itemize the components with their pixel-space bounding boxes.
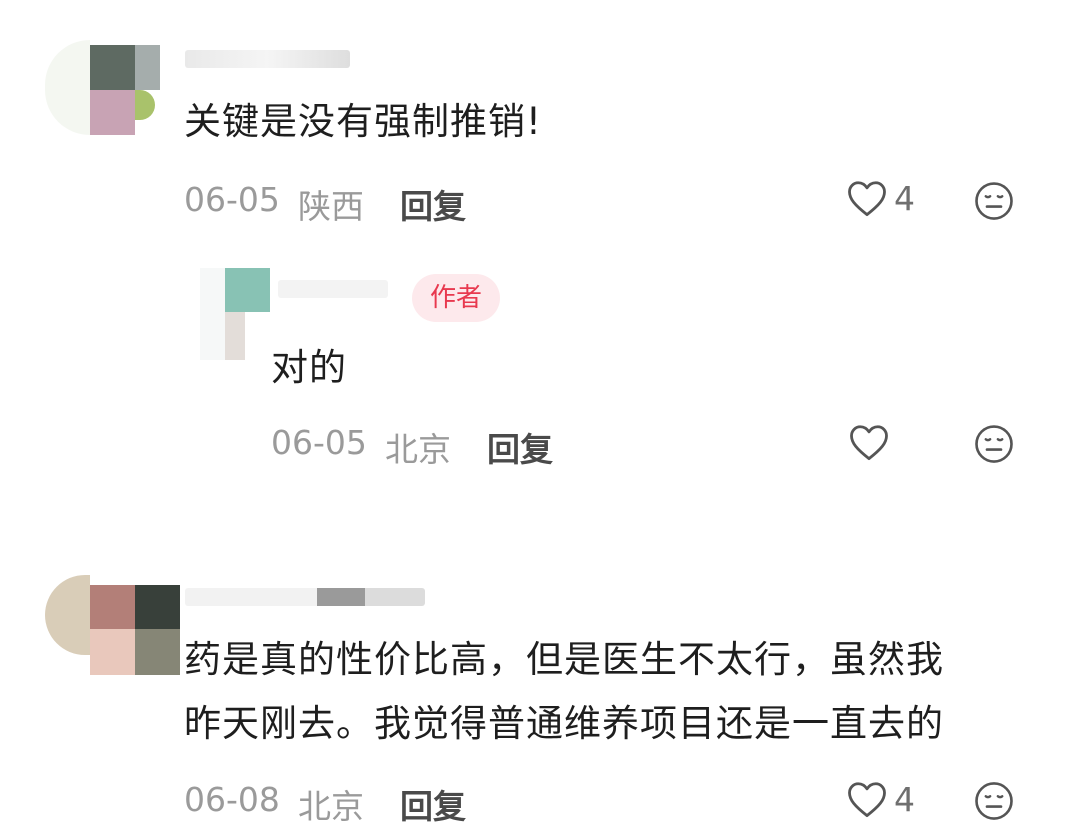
author-badge: 作者 [412, 274, 501, 322]
comment-date: 06-05 [184, 180, 280, 219]
meh-face-icon[interactable] [973, 423, 1015, 465]
username-blurred[interactable] [185, 50, 350, 68]
comment-text-line-2: 昨天刚去。我觉得普通维养项目还是一直去的 [184, 702, 944, 745]
meh-face-icon[interactable] [973, 180, 1015, 222]
reply-text: 对的 [271, 346, 347, 389]
like-button[interactable] [848, 422, 890, 462]
heart-outline-icon [850, 425, 888, 461]
like-button[interactable]: 4 [846, 178, 915, 218]
comment-date: 06-08 [184, 780, 280, 819]
like-count: 4 [894, 779, 915, 819]
reply-button[interactable]: 回复 [487, 423, 553, 471]
avatar[interactable] [200, 268, 275, 360]
comment-text-line-1: 药是真的性价比高，但是医生不太行，虽然我 [184, 638, 944, 681]
meh-face-icon[interactable] [973, 780, 1015, 822]
avatar[interactable] [45, 560, 180, 675]
heart-outline-icon [848, 782, 886, 818]
avatar[interactable] [45, 40, 160, 135]
reply-date: 06-05 [271, 423, 367, 462]
heart-outline-icon [848, 181, 886, 217]
comment-text: 关键是没有强制推销! [184, 100, 542, 143]
comment-location: 陕西 [298, 187, 364, 226]
username-blurred[interactable] [278, 280, 388, 298]
reply-button[interactable]: 回复 [400, 780, 466, 828]
comment-location: 北京 [298, 787, 364, 826]
reply-button[interactable]: 回复 [400, 180, 466, 228]
username-blurred[interactable] [185, 588, 425, 606]
like-button[interactable]: 4 [846, 779, 915, 819]
like-count: 4 [894, 178, 915, 218]
reply-location: 北京 [385, 430, 451, 469]
